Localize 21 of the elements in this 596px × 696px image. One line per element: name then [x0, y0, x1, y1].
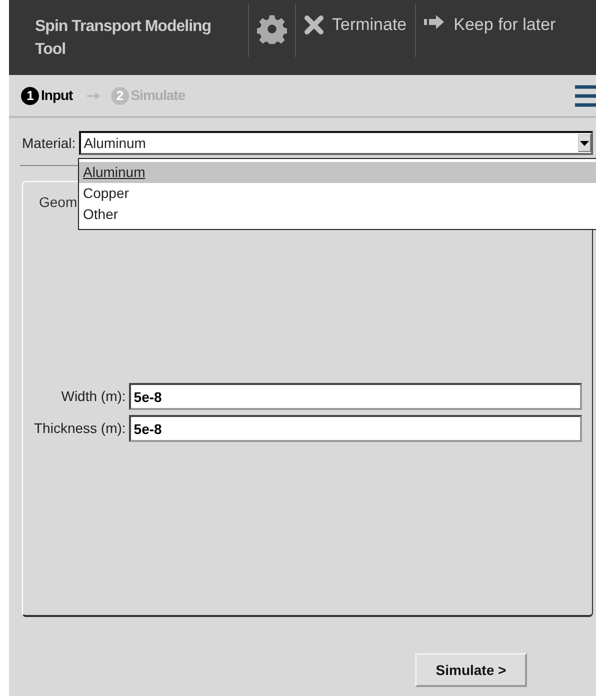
keep-button[interactable]: Keep for later [416, 0, 564, 75]
material-dropdown[interactable]: Aluminum [78, 131, 593, 155]
step-number: 1 [21, 86, 39, 104]
arrow-icon [424, 15, 446, 29]
dropdown-option[interactable]: Aluminum [79, 162, 596, 183]
step-number: 2 [110, 86, 129, 104]
dropdown-option[interactable]: Copper [79, 183, 596, 204]
arrow-icon [86, 90, 101, 100]
app-title: Spin Transport Modeling Tool [34, 17, 212, 60]
input-field[interactable]: 5e-8 [128, 415, 582, 442]
close-icon [304, 15, 324, 35]
field-label: Thickness (m): [34, 419, 126, 438]
terminate-button[interactable]: Terminate [296, 0, 415, 75]
dropdown-option[interactable]: Other [79, 204, 596, 225]
simulate-button[interactable]: Simulate > [415, 653, 527, 687]
field-label: Material: [22, 134, 76, 152]
gear-icon [257, 14, 287, 44]
field-label: Width (m): [60, 387, 126, 406]
step-tab[interactable]: Input [41, 85, 73, 106]
input-field[interactable]: 5e-8 [128, 383, 582, 410]
menu-icon[interactable] [575, 84, 596, 108]
